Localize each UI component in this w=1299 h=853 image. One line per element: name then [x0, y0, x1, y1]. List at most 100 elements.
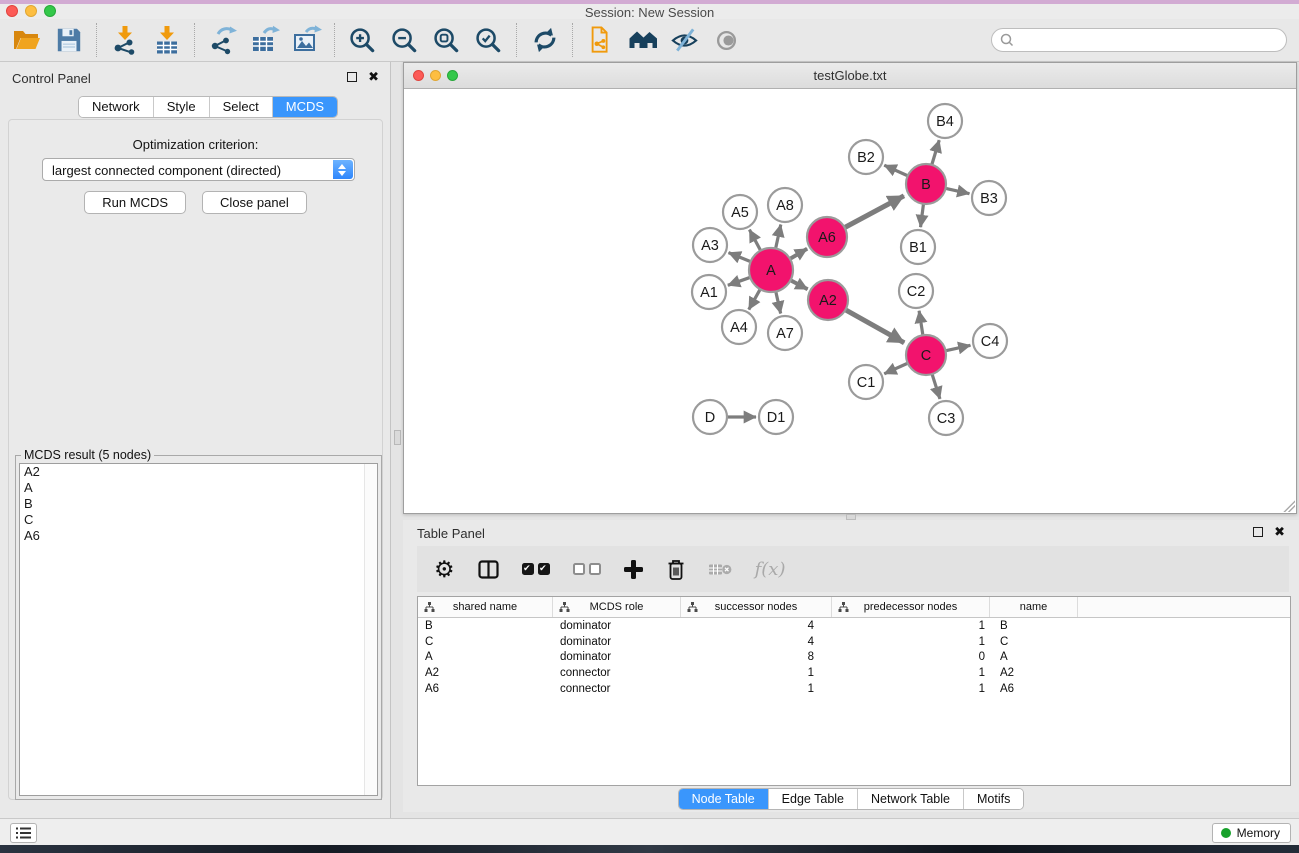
graph-node-A1[interactable]: A1 — [692, 275, 726, 309]
graph-node-B4[interactable]: B4 — [928, 104, 962, 138]
table-row[interactable]: Bdominator41B — [418, 618, 1290, 634]
graph-node-C3[interactable]: C3 — [929, 401, 963, 435]
graph-edge-A-A5[interactable] — [749, 230, 761, 253]
graph-node-C[interactable]: C — [906, 335, 946, 375]
close-panel-icon[interactable]: ✖ — [368, 72, 379, 82]
graph-edge-B-B4[interactable] — [931, 140, 939, 167]
refresh-layout-icon[interactable] — [528, 24, 561, 57]
tab-edge-table[interactable]: Edge Table — [769, 789, 858, 809]
zoom-in-icon[interactable] — [346, 24, 379, 57]
graph-node-B1[interactable]: B1 — [901, 230, 935, 264]
split-pane-handle[interactable] — [394, 430, 401, 445]
select-all-icon[interactable] — [522, 563, 550, 575]
hide-selected-icon[interactable] — [668, 24, 701, 57]
column-header-name[interactable]: name — [990, 597, 1078, 617]
zoom-fit-icon[interactable] — [430, 24, 463, 57]
graph-node-B2[interactable]: B2 — [849, 140, 883, 174]
save-session-icon[interactable] — [52, 24, 85, 57]
column-header-mcds-role[interactable]: MCDS role — [553, 597, 681, 617]
graph-edge-A-A6[interactable] — [788, 249, 807, 260]
tab-style[interactable]: Style — [154, 97, 210, 117]
graph-node-A5[interactable]: A5 — [723, 195, 757, 229]
new-network-from-selection-icon[interactable] — [584, 24, 617, 57]
export-network-icon[interactable] — [206, 24, 239, 57]
mcds-result-item[interactable]: A — [20, 480, 377, 496]
graph-node-D1[interactable]: D1 — [759, 400, 793, 434]
column-header-successor-nodes[interactable]: successor nodes — [681, 597, 832, 617]
tab-node-table[interactable]: Node Table — [679, 789, 769, 809]
export-table-icon[interactable] — [248, 24, 281, 57]
graph-node-C4[interactable]: C4 — [973, 324, 1007, 358]
mcds-result-item[interactable]: A2 — [20, 464, 377, 480]
table-row[interactable]: Adominator80A — [418, 649, 1290, 665]
graph-node-C2[interactable]: C2 — [899, 274, 933, 308]
mcds-result-item[interactable]: B — [20, 496, 377, 512]
graph-edge-A-A8[interactable] — [775, 225, 781, 251]
tab-select[interactable]: Select — [210, 97, 273, 117]
graph-node-A8[interactable]: A8 — [768, 188, 802, 222]
home-icon[interactable] — [626, 24, 659, 57]
graph-edge-A-A4[interactable] — [749, 287, 761, 309]
task-history-button[interactable] — [10, 823, 37, 843]
network-graph-canvas[interactable]: A A6 A2 B C A5 A8 A3 A1A4 A7 B2 B4 B3 B1 C2 C4 C1 C3 D D1 — [404, 89, 1296, 513]
search-input[interactable] — [991, 28, 1287, 52]
graph-node-B[interactable]: B — [906, 164, 946, 204]
graph-edge-A-A2[interactable] — [789, 279, 808, 289]
graph-node-A3[interactable]: A3 — [693, 228, 727, 262]
run-mcds-button[interactable]: Run MCDS — [84, 191, 186, 214]
float-panel-icon[interactable] — [347, 72, 357, 82]
graph-edge-B-B2[interactable] — [884, 165, 909, 176]
result-scrollbar[interactable] — [364, 464, 377, 795]
graph-edge-A-A3[interactable] — [729, 253, 753, 263]
zoom-out-icon[interactable] — [388, 24, 421, 57]
import-table-icon[interactable] — [150, 24, 183, 57]
show-all-icon[interactable] — [710, 24, 743, 57]
table-row[interactable]: Cdominator41C — [418, 634, 1290, 650]
mcds-result-list[interactable]: A2ABCA6 — [19, 463, 378, 796]
table-settings-gear-icon[interactable]: ⚙ — [434, 558, 455, 580]
graph-node-A4[interactable]: A4 — [722, 310, 756, 344]
graph-edge-C-C4[interactable] — [944, 345, 971, 351]
graph-edge-C-C1[interactable] — [884, 362, 909, 373]
graph-edge-B-B3[interactable] — [944, 188, 970, 194]
memory-button[interactable]: Memory — [1212, 823, 1291, 843]
table-row[interactable]: A6connector11A6 — [418, 681, 1290, 697]
tab-mcds[interactable]: MCDS — [273, 97, 337, 117]
deselect-all-icon[interactable] — [573, 563, 601, 575]
graph-node-C1[interactable]: C1 — [849, 365, 883, 399]
resize-grip-icon[interactable] — [1282, 499, 1295, 512]
graph-node-A[interactable]: A — [749, 248, 793, 292]
float-panel-icon[interactable] — [1253, 527, 1263, 537]
graph-node-D[interactable]: D — [693, 400, 727, 434]
column-header-shared-name[interactable]: shared name — [418, 597, 553, 617]
mcds-result-item[interactable]: A6 — [20, 528, 377, 544]
graph-edge-A-A1[interactable] — [728, 277, 752, 286]
tab-network-table[interactable]: Network Table — [858, 789, 964, 809]
graph-node-A2[interactable]: A2 — [808, 280, 848, 320]
graph-node-A6[interactable]: A6 — [807, 217, 847, 257]
graph-node-B3[interactable]: B3 — [972, 181, 1006, 215]
graph-edge-A2-C[interactable] — [844, 309, 905, 343]
graph-edge-B-B1[interactable] — [921, 202, 924, 227]
add-column-icon[interactable] — [624, 560, 643, 579]
zoom-selected-icon[interactable] — [472, 24, 505, 57]
graph-edge-A-A7[interactable] — [775, 290, 780, 314]
network-window-titlebar[interactable]: testGlobe.txt — [404, 63, 1296, 89]
open-session-icon[interactable] — [10, 24, 43, 57]
delete-column-trash-icon[interactable] — [666, 558, 686, 581]
close-panel-button[interactable]: Close panel — [202, 191, 307, 214]
graph-node-A7[interactable]: A7 — [768, 316, 802, 350]
graph-edge-C-C2[interactable] — [919, 311, 923, 337]
tab-network[interactable]: Network — [79, 97, 154, 117]
close-panel-icon[interactable]: ✖ — [1274, 527, 1285, 537]
table-row[interactable]: A2connector11A2 — [418, 665, 1290, 681]
import-network-icon[interactable] — [108, 24, 141, 57]
column-header-predecessor-nodes[interactable]: predecessor nodes — [832, 597, 990, 617]
graph-edge-C-C3[interactable] — [931, 372, 940, 399]
export-image-icon[interactable] — [290, 24, 323, 57]
tab-motifs[interactable]: Motifs — [964, 789, 1023, 809]
show-columns-icon[interactable] — [478, 560, 499, 579]
mcds-result-item[interactable]: C — [20, 512, 377, 528]
graph-edge-A6-B[interactable] — [843, 196, 904, 229]
criterion-select[interactable]: largest connected component (directed) — [42, 158, 355, 181]
